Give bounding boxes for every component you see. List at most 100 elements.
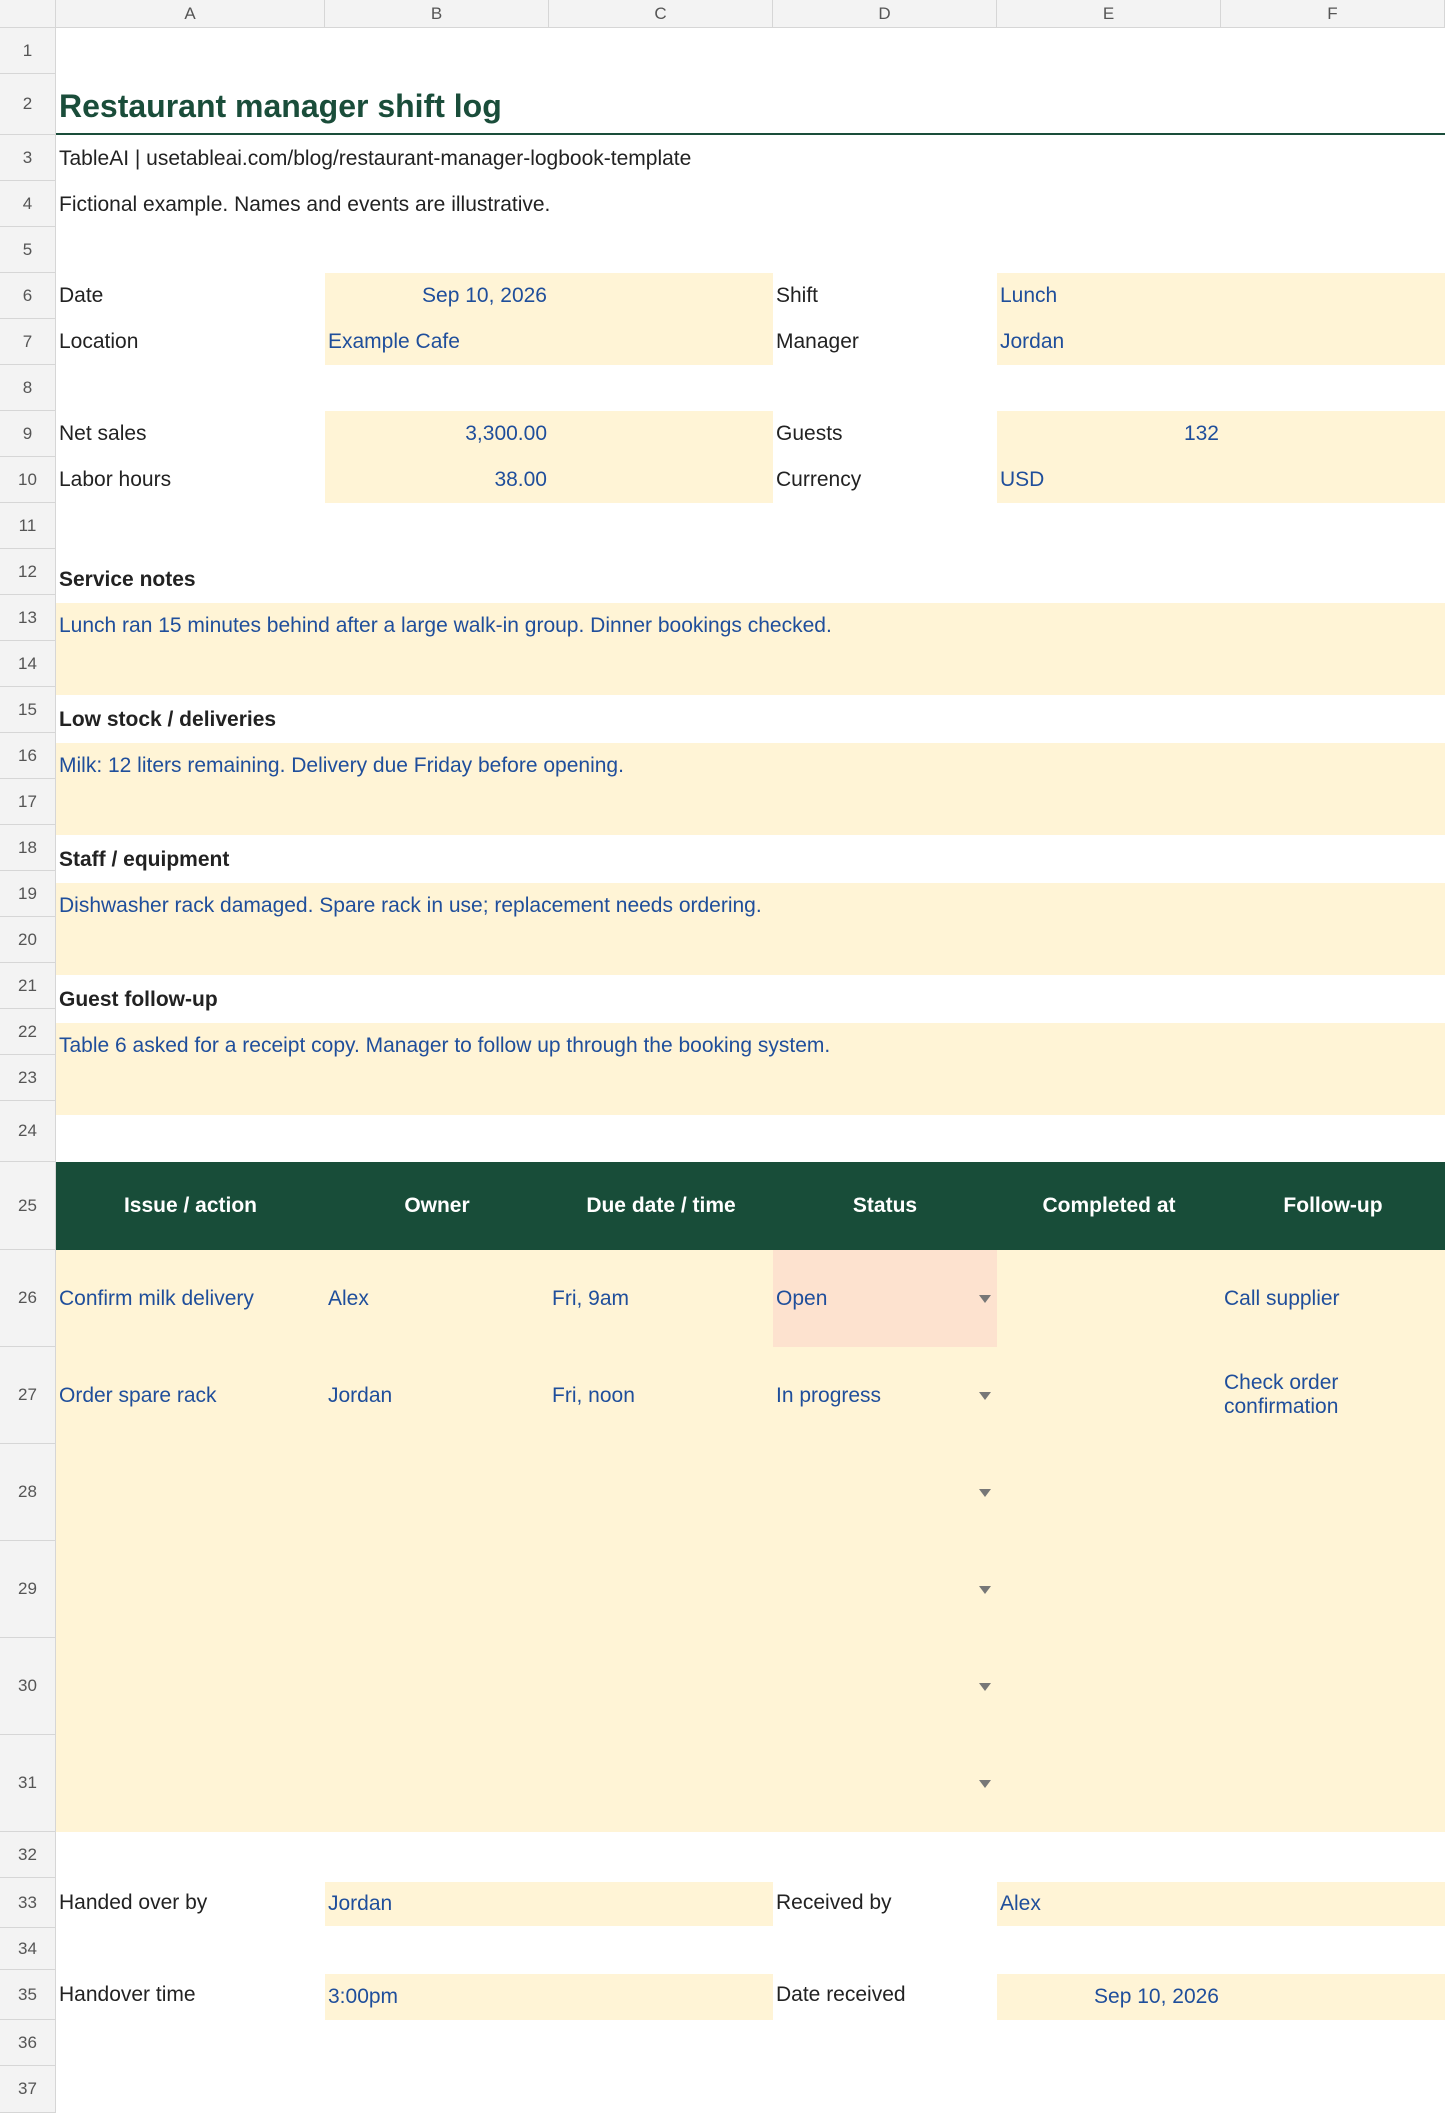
row-header[interactable]: 10 [0,457,56,503]
due-cell[interactable]: Fri, 9am [549,1250,773,1347]
shift-label[interactable]: Shift [773,273,997,319]
completed-cell[interactable] [997,1347,1221,1444]
completed-cell[interactable] [997,1250,1221,1347]
chevron-down-icon[interactable] [979,1586,991,1594]
section-heading-guest-follow-up[interactable]: Guest follow-up [56,977,956,1023]
table-header-issue[interactable]: Issue / action [56,1162,325,1250]
row-header[interactable]: 25 [0,1162,56,1250]
net-sales-label[interactable]: Net sales [56,411,325,457]
shift-field[interactable]: Lunch [997,273,1445,319]
row-header[interactable]: 30 [0,1638,56,1735]
guests-field[interactable]: 132 [997,411,1445,457]
row-header[interactable]: 6 [0,273,56,319]
chevron-down-icon[interactable] [979,1780,991,1788]
row-header[interactable]: 19 [0,871,56,917]
row-header[interactable]: 9 [0,411,56,457]
location-field[interactable]: Example Cafe [325,319,773,365]
row-header[interactable]: 8 [0,365,56,411]
row-header[interactable]: 17 [0,779,56,825]
row-header[interactable]: 21 [0,963,56,1009]
issue-cell[interactable]: Order spare rack [56,1347,325,1444]
table-header-completed[interactable]: Completed at [997,1162,1221,1250]
row-header[interactable]: 23 [0,1055,56,1101]
chevron-down-icon[interactable] [979,1489,991,1497]
date-label[interactable]: Date [56,273,325,319]
row-header[interactable]: 5 [0,227,56,273]
column-header-d[interactable]: D [773,0,997,28]
manager-label[interactable]: Manager [773,319,997,365]
section-heading-low-stock[interactable]: Low stock / deliveries [56,697,956,743]
handover-time-field[interactable]: 3:00pm [325,1974,773,2020]
net-sales-field[interactable]: 3,300.00 [325,411,773,457]
service-notes-field[interactable]: Lunch ran 15 minutes behind after a larg… [56,603,1445,695]
row-header[interactable]: 3 [0,135,56,181]
row-header[interactable]: 14 [0,641,56,687]
row-header[interactable]: 13 [0,595,56,641]
date-received-label[interactable]: Date received [773,1970,997,2020]
status-dropdown[interactable]: Open [773,1250,997,1347]
row-header[interactable]: 29 [0,1541,56,1638]
guests-label[interactable]: Guests [773,411,997,457]
disclaimer[interactable]: Fictional example. Names and events are … [56,187,956,223]
row-header[interactable]: 36 [0,2020,56,2066]
row-header[interactable]: 32 [0,1832,56,1878]
row-header[interactable]: 7 [0,319,56,365]
followup-cell[interactable]: Call supplier [1221,1250,1445,1347]
row-header[interactable]: 37 [0,2066,56,2113]
handed-over-field[interactable]: Jordan [325,1882,773,1926]
select-all-corner[interactable] [0,0,56,28]
row-header[interactable]: 12 [0,549,56,595]
date-received-field[interactable]: Sep 10, 2026 [997,1974,1445,2020]
table-header-followup[interactable]: Follow-up [1221,1162,1445,1250]
row-header[interactable]: 35 [0,1970,56,2020]
column-header-f[interactable]: F [1221,0,1445,28]
row-header[interactable]: 24 [0,1101,56,1162]
location-label[interactable]: Location [56,319,325,365]
column-header-c[interactable]: C [549,0,773,28]
followup-cell[interactable]: Check order confirmation [1221,1347,1445,1444]
section-heading-service-notes[interactable]: Service notes [56,557,956,603]
row-header[interactable]: 31 [0,1735,56,1832]
row-header[interactable]: 18 [0,825,56,871]
row-header[interactable]: 16 [0,733,56,779]
row-header[interactable]: 1 [0,28,56,74]
row-header[interactable]: 34 [0,1928,56,1970]
row-header[interactable]: 4 [0,181,56,227]
guest-follow-up-field[interactable]: Table 6 asked for a receipt copy. Manage… [56,1023,1445,1115]
labor-hours-field[interactable]: 38.00 [325,457,773,503]
chevron-down-icon[interactable] [979,1392,991,1400]
row-header[interactable]: 27 [0,1347,56,1444]
chevron-down-icon[interactable] [979,1295,991,1303]
table-header-status[interactable]: Status [773,1162,997,1250]
handover-time-label[interactable]: Handover time [56,1970,325,2020]
handed-over-label[interactable]: Handed over by [56,1878,325,1928]
row-header[interactable]: 11 [0,503,56,549]
chevron-down-icon[interactable] [979,1683,991,1691]
low-stock-field[interactable]: Milk: 12 liters remaining. Delivery due … [56,743,1445,835]
column-header-a[interactable]: A [56,0,325,28]
labor-hours-label[interactable]: Labor hours [56,457,325,503]
currency-field[interactable]: USD [997,457,1445,503]
table-header-due[interactable]: Due date / time [549,1162,773,1250]
received-by-label[interactable]: Received by [773,1878,997,1928]
staff-equipment-field[interactable]: Dishwasher rack damaged. Spare rack in u… [56,883,1445,975]
received-by-field[interactable]: Alex [997,1882,1445,1926]
column-header-b[interactable]: B [325,0,549,28]
section-heading-staff-equipment[interactable]: Staff / equipment [56,837,956,883]
row-header[interactable]: 33 [0,1878,56,1928]
source-line[interactable]: TableAI | usetableai.com/blog/restaurant… [56,141,956,177]
date-field[interactable]: Sep 10, 2026 [325,273,773,319]
due-cell[interactable]: Fri, noon [549,1347,773,1444]
owner-cell[interactable]: Alex [325,1250,549,1347]
row-header[interactable]: 28 [0,1444,56,1541]
table-header-owner[interactable]: Owner [325,1162,549,1250]
owner-cell[interactable]: Jordan [325,1347,549,1444]
row-header[interactable]: 26 [0,1250,56,1347]
row-header[interactable]: 20 [0,917,56,963]
manager-field[interactable]: Jordan [997,319,1445,365]
status-dropdown[interactable]: In progress [773,1347,997,1444]
column-header-e[interactable]: E [997,0,1221,28]
row-header[interactable]: 2 [0,74,56,135]
issue-cell[interactable]: Confirm milk delivery [56,1250,325,1347]
row-header[interactable]: 15 [0,687,56,733]
